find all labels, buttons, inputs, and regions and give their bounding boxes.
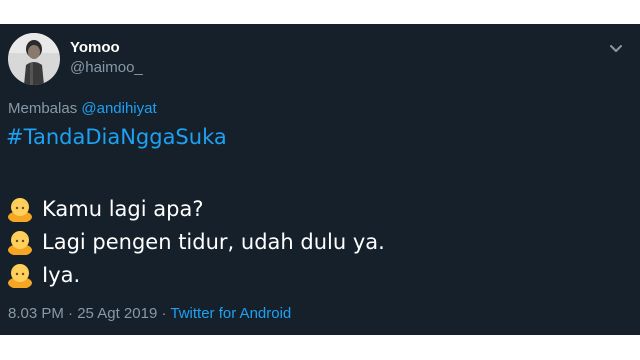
tweet-line: Lagi pengen tidur, udah dulu ya. bbox=[6, 225, 385, 258]
reply-mention-link[interactable]: @andihiyat bbox=[81, 100, 156, 117]
meta-separator: · bbox=[68, 305, 74, 322]
tweet-line: Iya. bbox=[6, 258, 385, 291]
person-emoji-icon bbox=[8, 197, 32, 222]
author-name[interactable]: Yomoo bbox=[70, 39, 120, 56]
hashtag-link[interactable]: #TandaDiaNggaSuka bbox=[6, 125, 227, 149]
chevron-down-icon[interactable] bbox=[608, 40, 624, 56]
avatar[interactable] bbox=[8, 33, 60, 85]
tweet-line-text: Kamu lagi apa? bbox=[42, 196, 204, 221]
tweet-line-text: Lagi pengen tidur, udah dulu ya. bbox=[42, 229, 385, 254]
meta-separator: · bbox=[161, 305, 167, 322]
tweet-body: Kamu lagi apa? Lagi pengen tidur, udah d… bbox=[6, 192, 385, 291]
person-emoji-icon bbox=[8, 263, 32, 288]
tweet-date[interactable]: 25 Agt 2019 bbox=[77, 305, 157, 322]
replying-to: Membalas @andihiyat bbox=[8, 100, 157, 117]
tweet-line: Kamu lagi apa? bbox=[6, 192, 385, 225]
author-handle[interactable]: @haimoo_ bbox=[70, 59, 143, 76]
replying-label: Membalas bbox=[8, 100, 78, 117]
tweet-card: Yomoo @haimoo_ Membalas @andihiyat #Tand… bbox=[0, 24, 640, 335]
avatar-photo-icon bbox=[8, 33, 60, 85]
tweet-time[interactable]: 8.03 PM bbox=[8, 305, 64, 322]
tweet-meta: 8.03 PM · 25 Agt 2019 · Twitter for Andr… bbox=[8, 305, 291, 322]
tweet-line-text: Iya. bbox=[42, 262, 81, 287]
person-emoji-icon bbox=[8, 230, 32, 255]
tweet-source-link[interactable]: Twitter for Android bbox=[170, 305, 291, 322]
